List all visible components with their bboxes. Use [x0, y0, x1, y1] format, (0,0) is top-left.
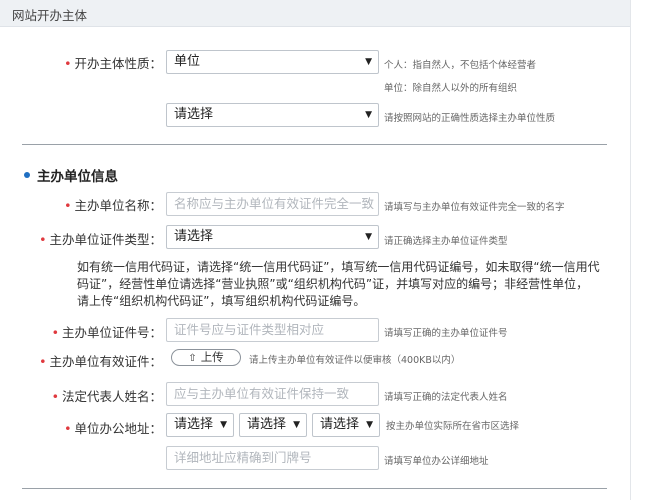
unit-nature-select[interactable]: 请选择 ▼ [166, 103, 379, 127]
host-nature-select[interactable]: 单位 ▼ [166, 50, 379, 74]
city-select[interactable]: 请选择 ▼ [239, 413, 307, 437]
host-nature-label: • 开办主体性质： [60, 53, 162, 72]
address-label-text: 单位办公地址： [74, 421, 162, 436]
cert-type-label-text: 主办单位证件类型： [49, 232, 162, 247]
cert-upload-hint: 请上传主办单位有效证件以便审核（400KB以内） [249, 355, 461, 366]
legal-rep-label: • 法定代表人姓名： [40, 386, 162, 405]
chevron-down-icon: ▼ [365, 110, 372, 120]
host-nature-select-value: 单位 [174, 54, 201, 69]
cert-upload-label-text: 主办单位有效证件： [49, 354, 162, 369]
section-header-title: 网站开办主体 [12, 8, 88, 23]
unit-nature-select-value: 请选择 [174, 107, 214, 122]
host-nature-hint-unit: 单位：除自然人以外的所有组织 [384, 83, 518, 94]
required-star: • [51, 389, 59, 404]
chevron-down-icon: ▼ [365, 57, 372, 67]
chevron-down-icon: ▼ [365, 232, 372, 242]
chevron-down-icon: ▼ [293, 420, 300, 430]
cert-number-label-text: 主办单位证件号： [61, 325, 162, 340]
upload-icon: ⇧ [188, 353, 197, 364]
cert-upload-label: • 主办单位有效证件： [30, 351, 162, 370]
required-star: • [64, 56, 72, 71]
cert-type-label: • 主办单位证件类型： [20, 229, 162, 248]
section-title: 主办单位信息 [24, 165, 118, 185]
required-star: • [39, 354, 47, 369]
address-detail-hint: 请填写单位办公详细地址 [384, 456, 489, 467]
unit-name-label: • 主办单位名称： [40, 195, 162, 214]
unit-nature-hint: 请按照网站的正确性质选择主办单位性质 [384, 113, 556, 124]
upload-button[interactable]: ⇧ 上传 [171, 349, 241, 366]
bullet-icon [24, 172, 30, 178]
cert-number-input[interactable]: 证件号应与证件类型相对应 [166, 318, 379, 342]
unit-name-placeholder: 名称应与主办单位有效证件完全一致 [174, 196, 375, 211]
city-select-value: 请选择 [247, 417, 287, 432]
cert-number-placeholder: 证件号应与证件类型相对应 [174, 322, 325, 337]
chevron-down-icon: ▼ [366, 420, 373, 430]
district-select-value: 请选择 [320, 417, 360, 432]
address-detail-input[interactable]: 详细地址应精确到门牌号 [166, 446, 379, 470]
cert-type-hint: 请正确选择主办单位证件类型 [384, 236, 508, 247]
section-header-bar: 网站开办主体 [0, 0, 630, 27]
cert-type-select-value: 请选择 [174, 229, 214, 244]
cert-number-hint: 请填写正确的主办单位证件号 [384, 328, 508, 339]
section-divider [22, 488, 607, 489]
legal-rep-input[interactable]: 应与主办单位有效证件保持一致 [166, 382, 379, 406]
required-star: • [64, 421, 72, 436]
section-title-text: 主办单位信息 [37, 169, 118, 185]
unit-name-label-text: 主办单位名称： [74, 198, 162, 213]
required-star: • [64, 198, 72, 213]
unit-name-input[interactable]: 名称应与主办单位有效证件完全一致 [166, 192, 379, 216]
province-select-value: 请选择 [174, 417, 214, 432]
unit-name-hint: 请填写与主办单位有效证件完全一致的名字 [384, 202, 565, 213]
cert-type-note: 如有统一信用代码证，请选择“统一信用代码证”，填写统一信用代码证编号，如未取得“… [77, 260, 600, 308]
district-select[interactable]: 请选择 ▼ [312, 413, 380, 437]
address-label: • 单位办公地址： [50, 418, 162, 437]
legal-rep-hint: 请填写正确的法定代表人姓名 [384, 392, 508, 403]
host-nature-hint-personal: 个人：指自然人，不包括个体经营者 [384, 60, 537, 71]
chevron-down-icon: ▼ [220, 420, 227, 430]
legal-rep-placeholder: 应与主办单位有效证件保持一致 [174, 386, 350, 401]
cert-type-select[interactable]: 请选择 ▼ [166, 225, 379, 249]
address-detail-placeholder: 详细地址应精确到门牌号 [174, 450, 312, 465]
required-star: • [51, 325, 59, 340]
cert-number-label: • 主办单位证件号： [40, 322, 162, 341]
panel-right-border [630, 0, 631, 500]
province-select[interactable]: 请选择 ▼ [166, 413, 234, 437]
upload-button-label: 上传 [200, 350, 224, 364]
required-star: • [39, 232, 47, 247]
section-divider [22, 144, 607, 145]
legal-rep-label-text: 法定代表人姓名： [61, 389, 162, 404]
address-region-hint: 按主办单位实际所在省市区选择 [386, 421, 520, 432]
host-nature-label-text: 开办主体性质： [74, 56, 162, 71]
